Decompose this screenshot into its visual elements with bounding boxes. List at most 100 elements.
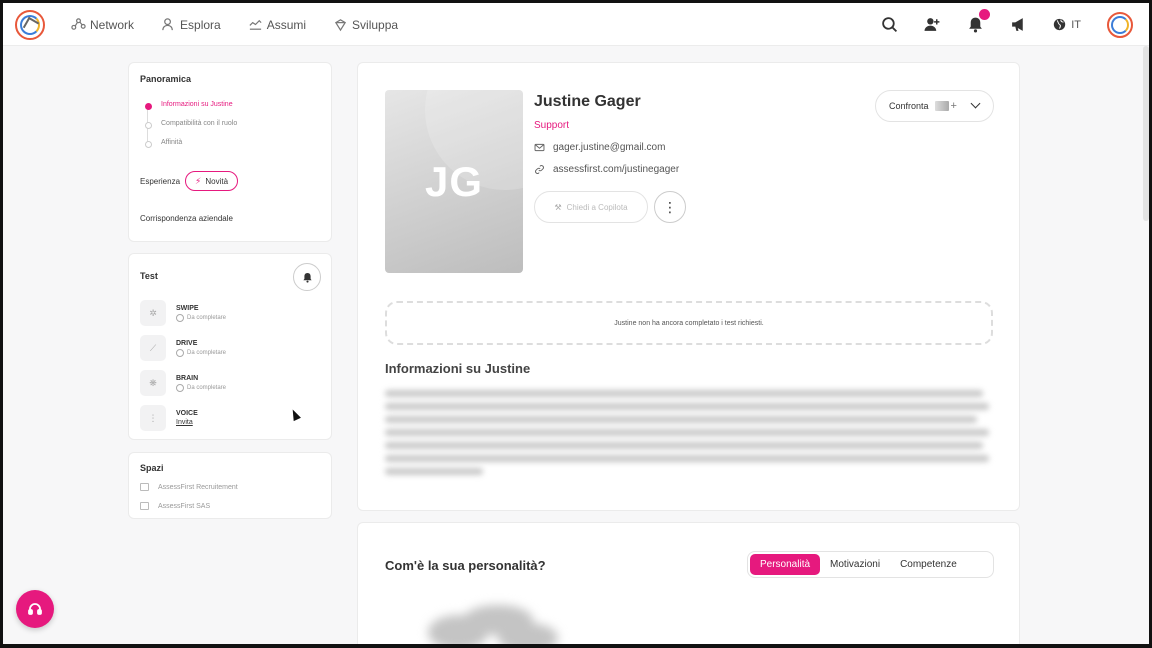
sparkle-icon: ⚡ [195, 175, 202, 186]
globe-icon [1054, 18, 1066, 31]
blurred-line [385, 468, 483, 475]
test-name: VOICE [176, 410, 198, 417]
network-icon [71, 18, 86, 30]
compare-label: Confronta [889, 101, 929, 111]
test-status: Da completare [176, 313, 227, 322]
page-scrollbar[interactable] [1143, 46, 1149, 221]
tests-title: Test [140, 271, 158, 281]
megaphone-icon [1012, 18, 1023, 31]
space-label: AssessFirst SAS [158, 502, 211, 510]
invite-link[interactable]: Invita [176, 419, 198, 426]
blurred-line [385, 442, 983, 449]
profile-email: gager.justine@gmail.com [553, 142, 666, 153]
clock-icon [176, 313, 184, 322]
test-row-voice: ⋮ VOICE Invita [140, 405, 198, 431]
search-icon [882, 17, 898, 33]
overview-item-compatibility[interactable]: Compatibilità con il ruolo [144, 117, 237, 136]
language-selector[interactable]: IT [1053, 18, 1081, 31]
add-user-icon [924, 18, 940, 31]
blurred-shape [498, 623, 558, 648]
profile-initials: JG [424, 157, 484, 205]
blurred-line [385, 455, 989, 462]
compare-avatar-icon [934, 101, 949, 111]
add-user-button[interactable] [924, 16, 941, 33]
clock-icon [176, 348, 184, 357]
notifications-button[interactable] [967, 9, 991, 33]
experience-label[interactable]: Esperienza [140, 177, 180, 186]
tests-card: Test ✲ SWIPE Da completare ⟋ DRIVE Da co… [128, 253, 332, 440]
personality-title: Com'è la sua personalità? [385, 558, 546, 573]
user-avatar-button[interactable] [1107, 11, 1133, 38]
clock-icon [176, 383, 184, 392]
bell-icon [302, 272, 312, 283]
nav-sviluppa[interactable]: Sviluppa [333, 17, 398, 32]
profile-link: assessfirst.com/justinegager [553, 164, 680, 175]
more-vertical-icon: ⋮ [663, 199, 677, 215]
space-label: AssessFirst Recruitement [158, 483, 238, 491]
app-logo[interactable] [15, 10, 45, 40]
about-title: Informazioni su Justine [385, 361, 531, 376]
test-status: Da completare [176, 383, 227, 392]
building-icon [140, 483, 149, 491]
link-icon [535, 165, 544, 174]
notice-text: Justine non ha ancora completato i test … [614, 319, 764, 327]
about-text-blurred [385, 390, 995, 481]
company-match-link[interactable]: Corrispondenza aziendale [140, 214, 233, 223]
spaces-card: Spazi AssessFirst Recruitement AssessFir… [128, 452, 332, 519]
support-chat-button[interactable] [16, 590, 54, 628]
ask-copilot-button[interactable]: ⚒ Chiedi a Copilota [534, 191, 648, 223]
space-item[interactable]: AssessFirst Recruitement [140, 483, 238, 491]
chevron-down-icon [970, 98, 981, 109]
test-name: SWIPE [176, 304, 199, 312]
profile-role: Support [534, 120, 570, 131]
news-badge-button[interactable]: ⚡ Novità [185, 171, 239, 191]
brain-test-icon: ❋ [140, 370, 166, 396]
test-reminder-button[interactable] [293, 263, 321, 291]
profile-link-row[interactable]: assessfirst.com/justinegager [534, 164, 679, 175]
tab-competenze[interactable]: Competenze [890, 554, 967, 575]
nav-network-label: Network [90, 17, 135, 32]
profile-name: Justine Gager [534, 93, 641, 110]
space-item[interactable]: AssessFirst SAS [140, 502, 210, 510]
blurred-line [385, 416, 977, 423]
overview-item-affinity[interactable]: Affinità [144, 136, 237, 155]
profile-email-row[interactable]: gager.justine@gmail.com [534, 142, 665, 153]
main-nav: Network Esplora Assumi Sviluppa [71, 3, 425, 46]
language-label: IT [1071, 18, 1081, 31]
avatar [1107, 11, 1133, 38]
test-name: DRIVE [176, 339, 198, 347]
explore-icon [162, 18, 173, 31]
overview-timeline: Informazioni su Justine Compatibilità co… [144, 98, 237, 155]
overview-item-about[interactable]: Informazioni su Justine [144, 98, 237, 117]
test-status: Da completare [176, 348, 226, 357]
spaces-title: Spazi [140, 463, 164, 473]
personality-card: Com'è la sua personalità? Personalità Mo… [357, 522, 1020, 648]
announcements-button[interactable] [1010, 16, 1027, 33]
more-options-button[interactable]: ⋮ [654, 191, 686, 223]
nav-assumi[interactable]: Assumi [248, 17, 306, 32]
magic-wand-icon: ⚒ [554, 202, 562, 212]
hire-icon [249, 19, 262, 30]
tab-personalita[interactable]: Personalità [750, 554, 821, 575]
incomplete-tests-notice: Justine non ha ancora completato i test … [385, 301, 993, 345]
building-icon [140, 502, 149, 510]
nav-sviluppa-label: Sviluppa [352, 17, 399, 32]
tab-motivazioni[interactable]: Motivazioni [820, 554, 890, 575]
search-button[interactable] [881, 16, 898, 33]
compare-button[interactable]: Confronta + [875, 90, 994, 122]
test-row-drive[interactable]: ⟋ DRIVE Da completare [140, 335, 226, 361]
test-status-label: Da completare [187, 384, 227, 391]
top-navbar: Network Esplora Assumi Sviluppa IT [3, 3, 1149, 46]
profile-card: JG Justine Gager Support gager.justine@g… [357, 62, 1020, 511]
nav-esplora[interactable]: Esplora [161, 17, 221, 32]
nav-esplora-label: Esplora [180, 17, 221, 32]
nav-network[interactable]: Network [71, 17, 134, 32]
mail-icon [534, 143, 545, 152]
plus-icon: + [950, 100, 957, 112]
overview-title: Panoramica [140, 74, 192, 84]
experience-row: Esperienza ⚡ Novità [140, 171, 239, 191]
test-row-brain[interactable]: ❋ BRAIN Da completare [140, 370, 226, 396]
test-row-swipe[interactable]: ✲ SWIPE Da completare [140, 300, 226, 326]
ask-copilot-label: Chiedi a Copilota [566, 202, 628, 212]
test-status-label: Da completare [187, 314, 227, 321]
